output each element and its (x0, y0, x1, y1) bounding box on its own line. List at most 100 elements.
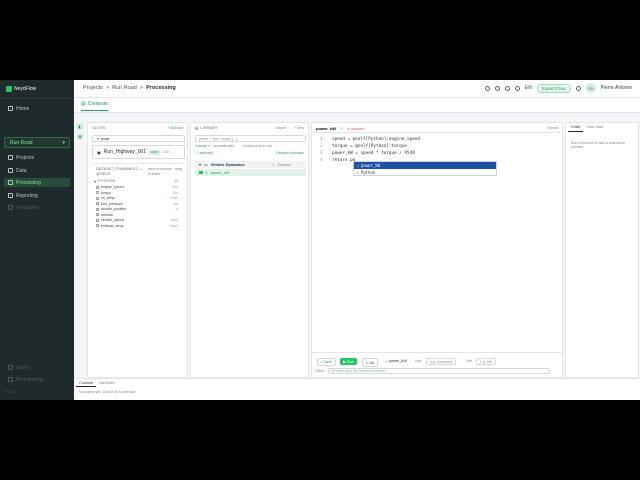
add-slot-button[interactable]: + Add slot (168, 126, 183, 130)
unsaved-status: ● Unsaved (347, 126, 365, 131)
checkbox-checked-icon[interactable] (199, 170, 203, 175)
sidebar-item-permissions[interactable]: Permissions (4, 375, 70, 384)
sidebar-item-processing[interactable]: Processing (4, 178, 70, 187)
channel-item[interactable]: lambda (96, 213, 113, 217)
topbar-actions: EN Expert Flow PA Pierre Antoine (484, 83, 632, 93)
tab-console[interactable]: Console (76, 380, 96, 387)
code-line[interactable]: 3 power_kW = speed * torque / 9549 (320, 151, 415, 156)
divider (312, 132, 564, 133)
compute-icon: ▤ (81, 101, 86, 107)
library-panel-icon[interactable]: ▦ (76, 132, 84, 140)
checkbox[interactable] (96, 207, 99, 211)
autocomplete-item[interactable]: ▭ Python (354, 169, 496, 176)
pencil-icon[interactable]: ✎ (340, 126, 343, 131)
channel-item[interactable]: fuel_pressure (96, 202, 123, 206)
library-search-input[interactable]: power / "rpm" torque [...] (195, 135, 306, 142)
checkbox[interactable] (96, 185, 99, 189)
module-icon: ▭ (357, 170, 359, 175)
code-line[interactable]: 1 speed = @self[Python]:engine_speed (320, 137, 420, 142)
divider (92, 163, 185, 164)
tab-variables[interactable]: Variables (96, 380, 118, 386)
slot-card[interactable]: ▣ Run_Highway_001 used 0.2h ⋮ (92, 145, 185, 159)
channel-name: exhaust_temp (101, 223, 124, 228)
database-icon (8, 168, 13, 173)
channel-item[interactable]: oil_temp (96, 196, 115, 200)
description-input[interactable]: Describe what this formula computes... (328, 368, 550, 374)
user-name[interactable]: Pierre Antoine (601, 85, 632, 91)
sidebar-item-home[interactable]: Home (4, 104, 70, 113)
library-icon: ⊞ (195, 127, 199, 131)
import-button[interactable]: Import (276, 126, 286, 130)
run-all-button[interactable]: ▷ All (362, 358, 379, 367)
channel-unit: degC (170, 196, 178, 200)
tab-raw-data[interactable]: Raw data (584, 123, 606, 131)
rename-button[interactable]: Rename (278, 163, 291, 167)
save-button[interactable]: ▪ Save (317, 358, 337, 366)
channel-unit: degC (170, 223, 178, 228)
editor-toolbar: ▪ Save ▶ Run ▷ All → power_kW Unit e.g. … (312, 352, 564, 379)
app-window: NeydFlow Home Run Road ▾ Projects Data P… (0, 80, 640, 400)
channel-unit: % (175, 207, 178, 211)
checkbox[interactable] (96, 224, 99, 227)
formula-group-label: Vehicle Dynamics (210, 162, 245, 167)
slot-search-value: post (101, 136, 109, 141)
autocomplete-item-selected[interactable]: ▭ power_kW (354, 162, 496, 169)
channel-unit: rpm (172, 185, 179, 189)
channel-group[interactable]: ▾ PYTHON (94, 179, 115, 184)
console-message: No output yet. Click Run to execute. (79, 390, 137, 394)
slot-search-input[interactable]: ⌕ post (92, 135, 185, 142)
sidebar-item-users[interactable]: Users (4, 363, 70, 372)
channel-item[interactable]: exhaust_temp (96, 224, 124, 228)
code-line[interactable]: 2 torque = @self[Python]:torque (320, 144, 407, 149)
formula-group[interactable]: ▾ ▭ Vehicle Dynamics 1 Rename (195, 161, 306, 168)
slots-panel: SLOTS + Add slot ⌕ post ▣ Run_Highway_00… (87, 122, 188, 378)
checkbox[interactable] (96, 196, 99, 200)
expert-flow-button[interactable]: Expert Flow (536, 83, 571, 93)
sidebar-item-data[interactable]: Data (4, 166, 70, 175)
sidebar-item-projects[interactable]: Projects (4, 153, 70, 162)
run-button[interactable]: ▶ Run (340, 358, 357, 365)
breadcrumb-projects[interactable]: Projects (83, 85, 103, 91)
autocomplete-popup: ▭ power_kW ▭ Python (353, 161, 497, 176)
checkbox[interactable] (96, 213, 99, 216)
unit-input[interactable]: e.g. kW (476, 358, 496, 365)
channels-hint: click to preview · drag to editor (148, 167, 182, 176)
sidebar: NeydFlow Home Run Road ▾ Projects Data P… (0, 80, 74, 400)
slots-title: SLOTS (92, 126, 106, 130)
checkbox[interactable] (96, 191, 99, 194)
channel-item[interactable]: torque (96, 191, 111, 195)
help-icon[interactable] (504, 85, 510, 91)
sidebar-item-reporting[interactable]: Reporting (4, 191, 70, 200)
bell-icon[interactable] (575, 85, 581, 91)
sidebar-item-templates[interactable]: Templates (4, 203, 70, 212)
deselect-button[interactable]: Deselect formulas (276, 151, 304, 155)
external-link-icon[interactable] (494, 85, 500, 91)
channel-item[interactable]: engine_speed (96, 185, 124, 189)
project-selector[interactable]: Run Road ▾ (4, 137, 70, 148)
play-all-icon: ▷ (366, 361, 369, 365)
slot-menu-icon[interactable]: ⋮ (172, 150, 176, 154)
channel-unit: bar (173, 201, 178, 206)
format-button[interactable]: Format (547, 126, 558, 130)
avatar[interactable]: PA (585, 83, 596, 93)
sidebar-item-label: Processing (16, 179, 41, 186)
slots-panel-icon[interactable]: ◧ (76, 122, 84, 130)
checkbox[interactable] (96, 202, 99, 205)
tab-compute[interactable]: ▤ Compute (81, 101, 109, 111)
code-text: power_kW = speed * torque / 9549 (332, 151, 415, 156)
tab-chart[interactable]: Chart (568, 123, 584, 132)
formula-item[interactable]: ƒ power_kW (195, 169, 306, 176)
theme-toggle-icon[interactable] (484, 85, 490, 91)
channel-item[interactable]: vehicle_speed (96, 218, 124, 222)
new-formula-button[interactable]: + New (294, 126, 304, 130)
breadcrumb-project[interactable]: Run Road (112, 85, 137, 91)
group-input[interactable]: e.g. computed (426, 358, 457, 365)
globe-icon[interactable] (514, 85, 520, 91)
app-version: v0.0.1 (5, 389, 16, 394)
language-selector[interactable]: EN (525, 85, 532, 91)
checkbox[interactable] (96, 218, 99, 222)
line-number: 1 (320, 137, 323, 142)
sidebar-item-label: Permissions (16, 376, 44, 383)
code-line[interactable]: 4 return po (320, 158, 355, 163)
channel-item[interactable]: throttle_position (96, 207, 126, 211)
